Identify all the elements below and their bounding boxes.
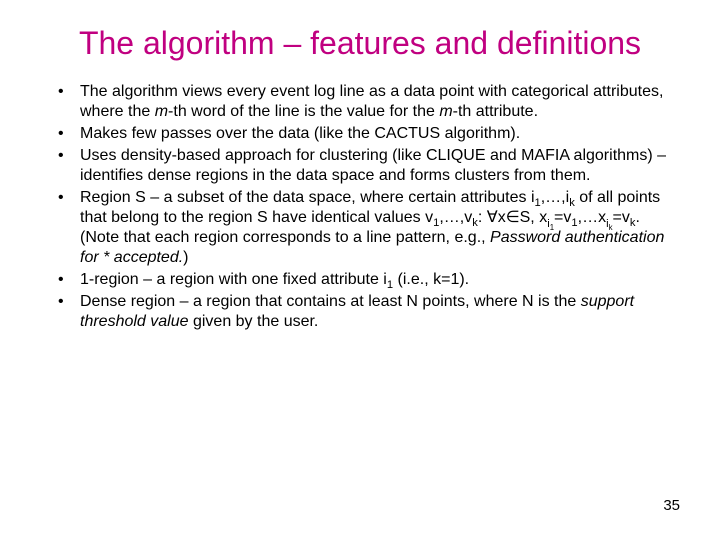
bullet-text: x — [498, 209, 506, 226]
math-var: m — [155, 103, 168, 120]
bullet-text: Makes few passes over the data (like the… — [80, 125, 520, 142]
bullet-list: The algorithm views every event log line… — [48, 82, 680, 332]
bullet-item: Dense region – a region that contains at… — [48, 292, 680, 332]
page-number: 35 — [663, 497, 680, 514]
bullet-item: 1-region – a region with one fixed attri… — [48, 270, 680, 290]
bullet-text: -th word of the line is the value for th… — [168, 103, 439, 120]
bullet-text: ,…,i — [541, 189, 569, 206]
bullet-text: ,…,v — [439, 209, 472, 226]
bullet-text: : — [478, 209, 487, 226]
bullet-text: Region S – a subset of the data space, w… — [80, 189, 535, 206]
bullet-text: S, x — [520, 209, 548, 226]
bullet-item: Makes few passes over the data (like the… — [48, 124, 680, 144]
bullet-text: 1-region – a region with one fixed attri… — [80, 271, 387, 288]
bullet-text: ,…x — [578, 209, 606, 226]
content-area: The algorithm views every event log line… — [40, 82, 680, 332]
slide-title: The algorithm – features and definitions — [40, 24, 680, 62]
bullet-text: =v — [554, 209, 571, 226]
bullet-text: ) — [183, 249, 188, 266]
bullet-text: (i.e., k=1). — [393, 271, 469, 288]
bullet-text: -th attribute. — [453, 103, 538, 120]
element-of-symbol: ∈ — [506, 209, 520, 226]
bullet-text: =v — [613, 209, 630, 226]
bullet-item: Uses density-based approach for clusteri… — [48, 146, 680, 186]
bullet-item: Region S – a subset of the data space, w… — [48, 188, 680, 268]
forall-symbol: ∀ — [487, 209, 498, 226]
bullet-item: The algorithm views every event log line… — [48, 82, 680, 122]
bullet-text: Dense region – a region that contains at… — [80, 293, 581, 310]
bullet-text: given by the user. — [189, 313, 319, 330]
math-var: m — [439, 103, 452, 120]
bullet-text: Uses density-based approach for clusteri… — [80, 147, 666, 184]
